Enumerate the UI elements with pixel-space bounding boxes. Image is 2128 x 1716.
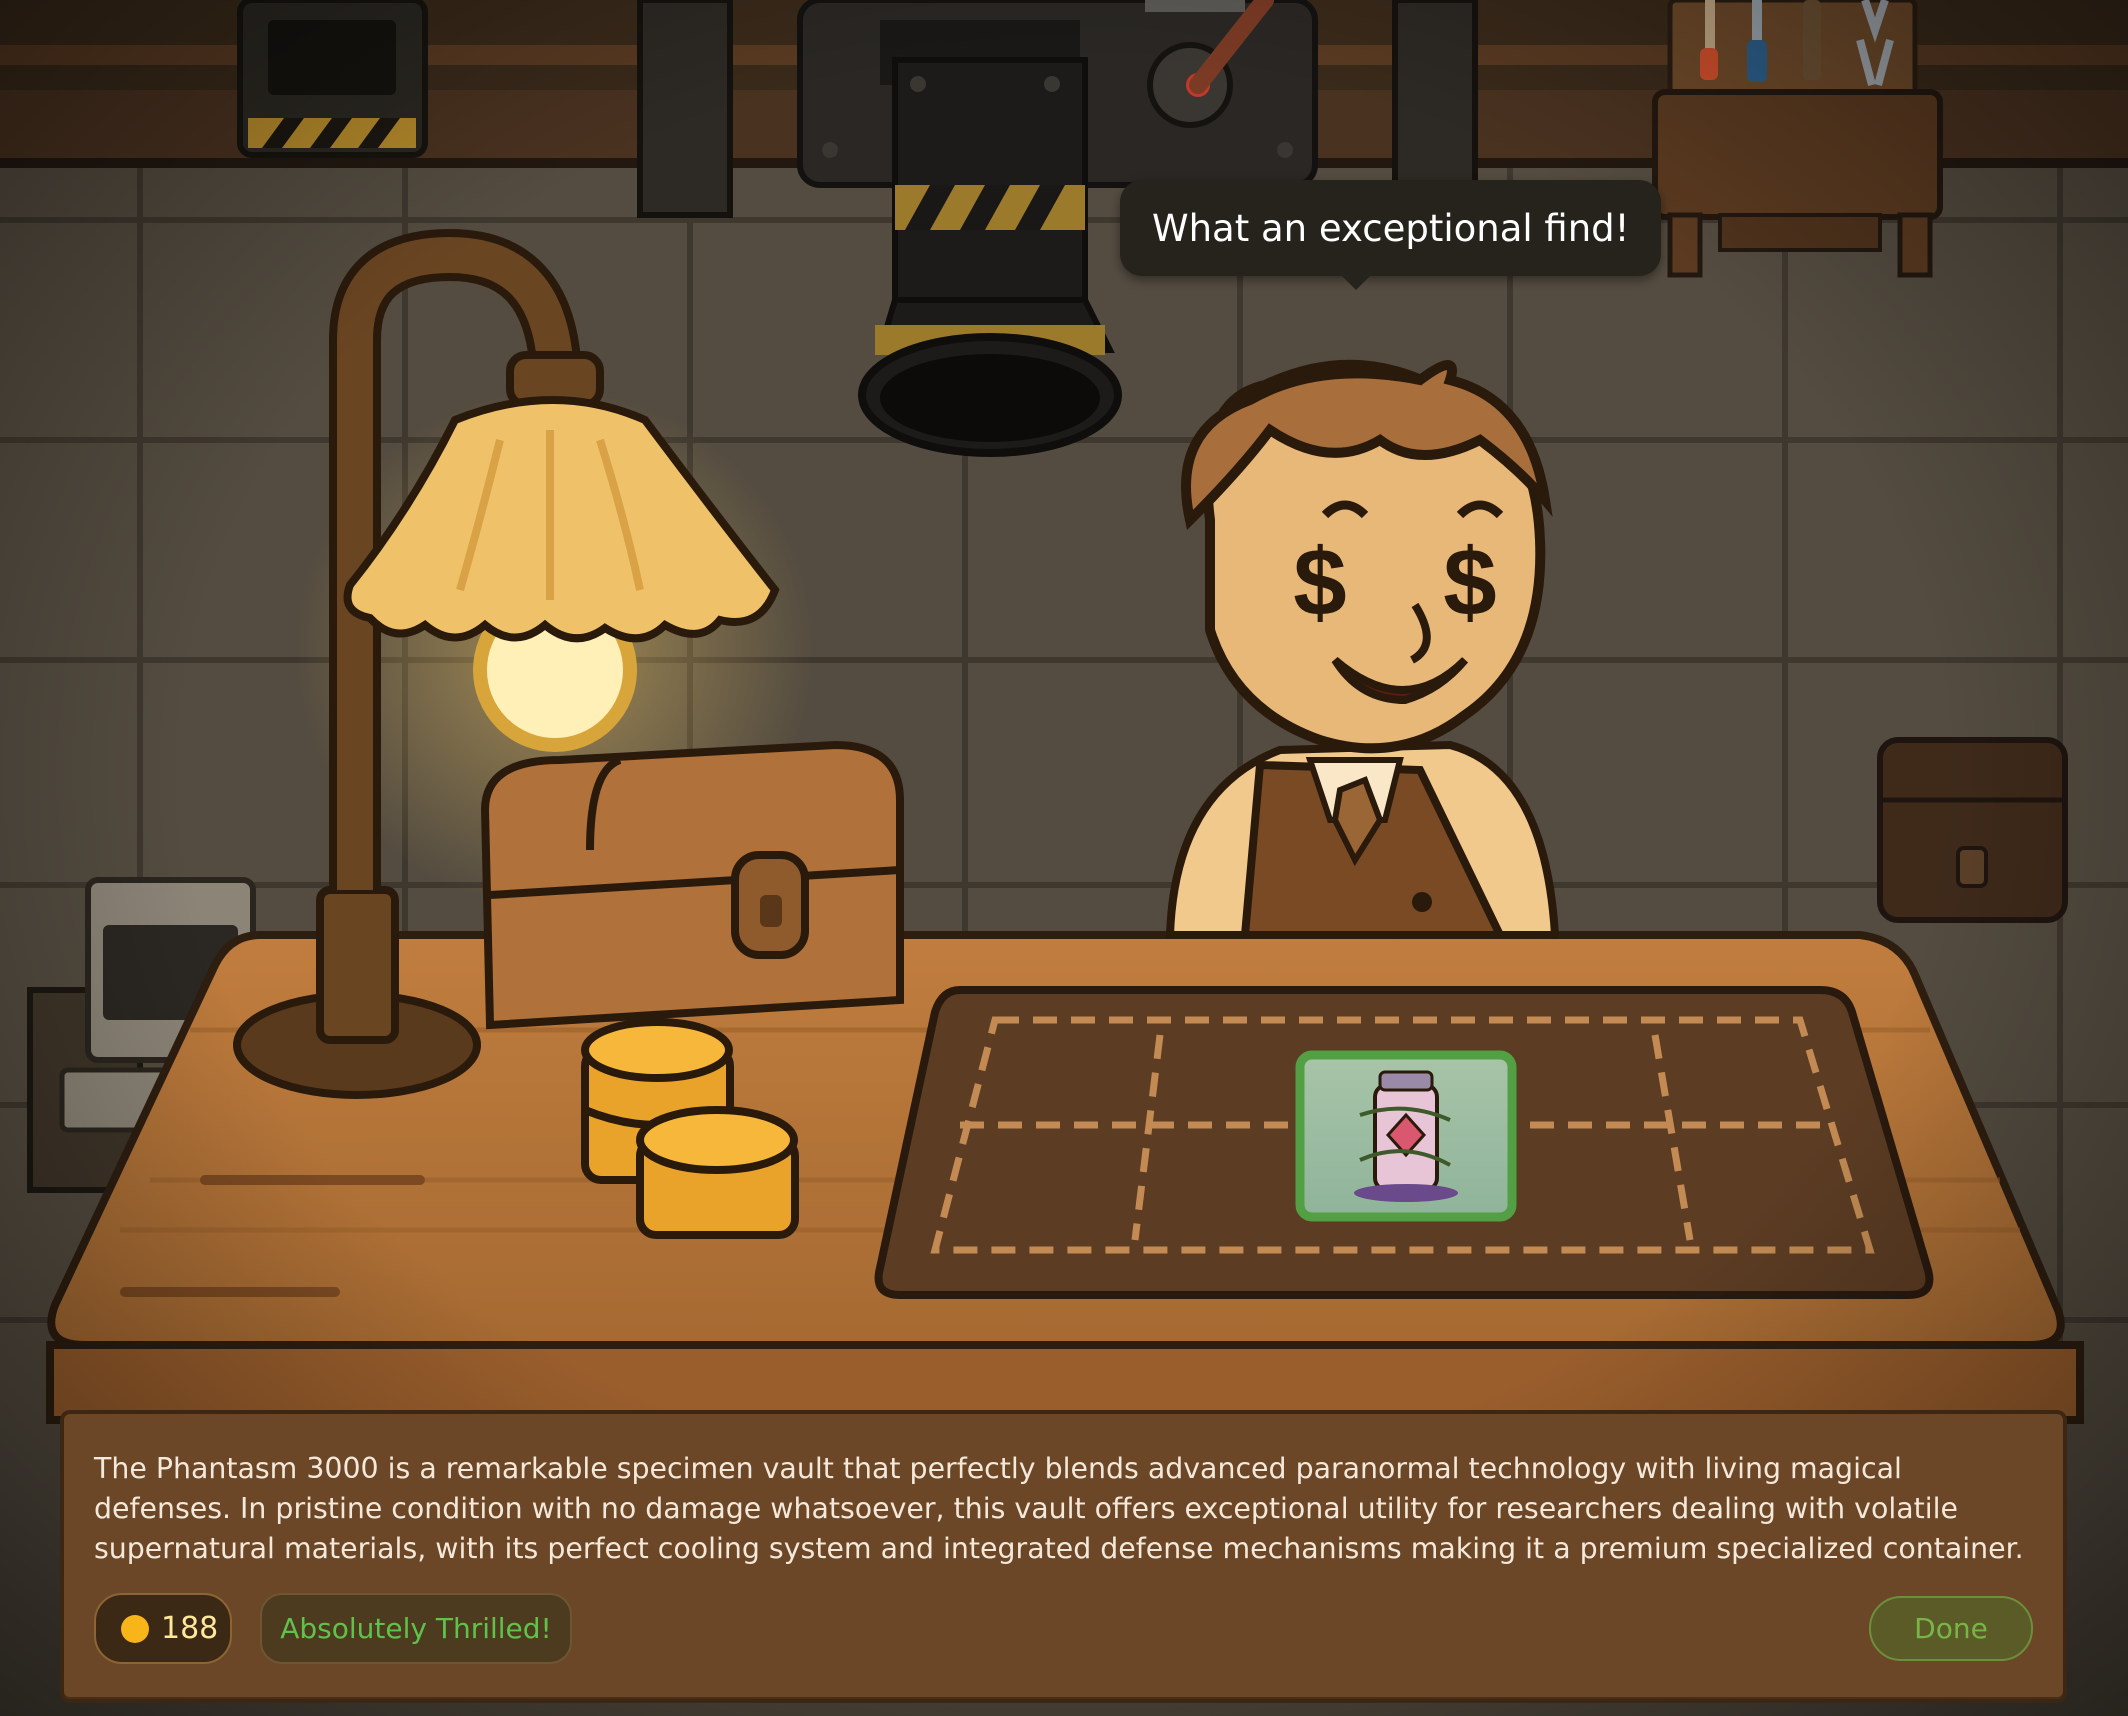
mood-badge: Absolutely Thrilled! — [260, 1593, 572, 1664]
speech-bubble: What an exceptional find! — [1120, 180, 1662, 290]
speech-text: What an exceptional find! — [1152, 207, 1630, 250]
item-description: The Phantasm 3000 is a remarkable specim… — [94, 1452, 2024, 1565]
coin-value: 188 — [161, 1611, 219, 1646]
done-button[interactable]: Done — [1869, 1596, 2033, 1661]
coin-badge: 188 — [94, 1593, 232, 1664]
coin-icon — [121, 1614, 149, 1643]
appraisal-panel: The Phantasm 3000 is a remarkable specim… — [64, 1414, 2063, 1699]
